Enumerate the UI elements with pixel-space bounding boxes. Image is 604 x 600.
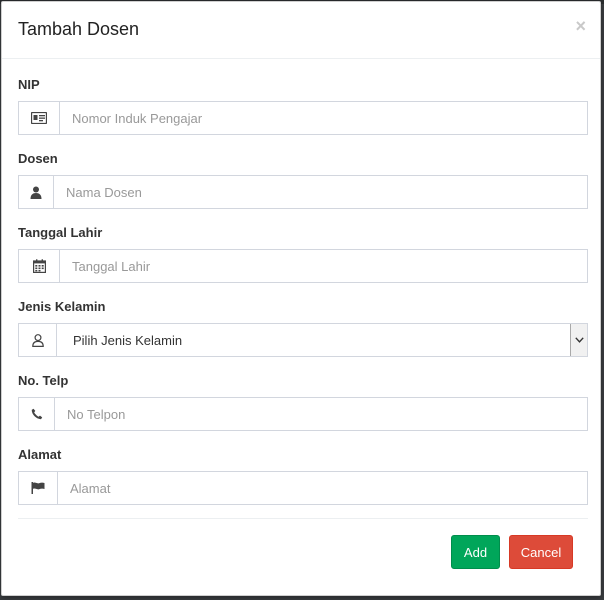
dosen-group: Dosen bbox=[18, 151, 588, 209]
add-button[interactable]: Add bbox=[451, 535, 500, 569]
gender-select[interactable]: Pilih Jenis Kelamin bbox=[57, 324, 587, 356]
modal-footer-divider bbox=[18, 518, 588, 519]
address-input[interactable] bbox=[58, 472, 587, 504]
id-card-icon bbox=[19, 102, 60, 134]
phone-icon bbox=[19, 398, 55, 430]
close-icon[interactable]: × bbox=[575, 17, 586, 35]
cancel-button[interactable]: Cancel bbox=[509, 535, 573, 569]
phone-group: No. Telp bbox=[18, 373, 588, 431]
modal-header: Tambah Dosen × bbox=[2, 2, 600, 59]
gender-label: Jenis Kelamin bbox=[18, 299, 106, 314]
birthdate-group: Tanggal Lahir bbox=[18, 225, 588, 283]
user-outline-icon bbox=[19, 324, 57, 356]
calendar-icon bbox=[19, 250, 60, 282]
add-lecturer-modal: Tambah Dosen × NIP Dosen bbox=[1, 1, 601, 596]
gender-group: Jenis Kelamin Pilih Jenis Kelamin bbox=[18, 299, 588, 357]
dosen-label: Dosen bbox=[18, 151, 58, 166]
modal-title: Tambah Dosen bbox=[18, 19, 140, 39]
gender-input-group: Pilih Jenis Kelamin bbox=[18, 323, 588, 357]
chevron-down-icon[interactable] bbox=[570, 324, 587, 356]
user-icon bbox=[19, 176, 54, 208]
gender-select-value: Pilih Jenis Kelamin bbox=[73, 332, 183, 348]
flag-icon bbox=[19, 472, 58, 504]
birthdate-label: Tanggal Lahir bbox=[18, 225, 103, 240]
phone-input[interactable] bbox=[55, 398, 587, 430]
nip-input[interactable] bbox=[60, 102, 587, 134]
address-label: Alamat bbox=[18, 447, 62, 462]
birthdate-input[interactable] bbox=[60, 250, 587, 282]
dosen-input[interactable] bbox=[54, 176, 587, 208]
phone-label: No. Telp bbox=[18, 373, 69, 388]
dosen-input-group bbox=[18, 175, 588, 209]
phone-input-group bbox=[18, 397, 588, 431]
birthdate-input-group bbox=[18, 249, 588, 283]
address-input-group bbox=[18, 471, 588, 505]
nip-group: NIP bbox=[18, 77, 588, 135]
nip-label: NIP bbox=[18, 77, 40, 92]
address-group: Alamat bbox=[18, 447, 588, 505]
nip-input-group bbox=[18, 101, 588, 135]
